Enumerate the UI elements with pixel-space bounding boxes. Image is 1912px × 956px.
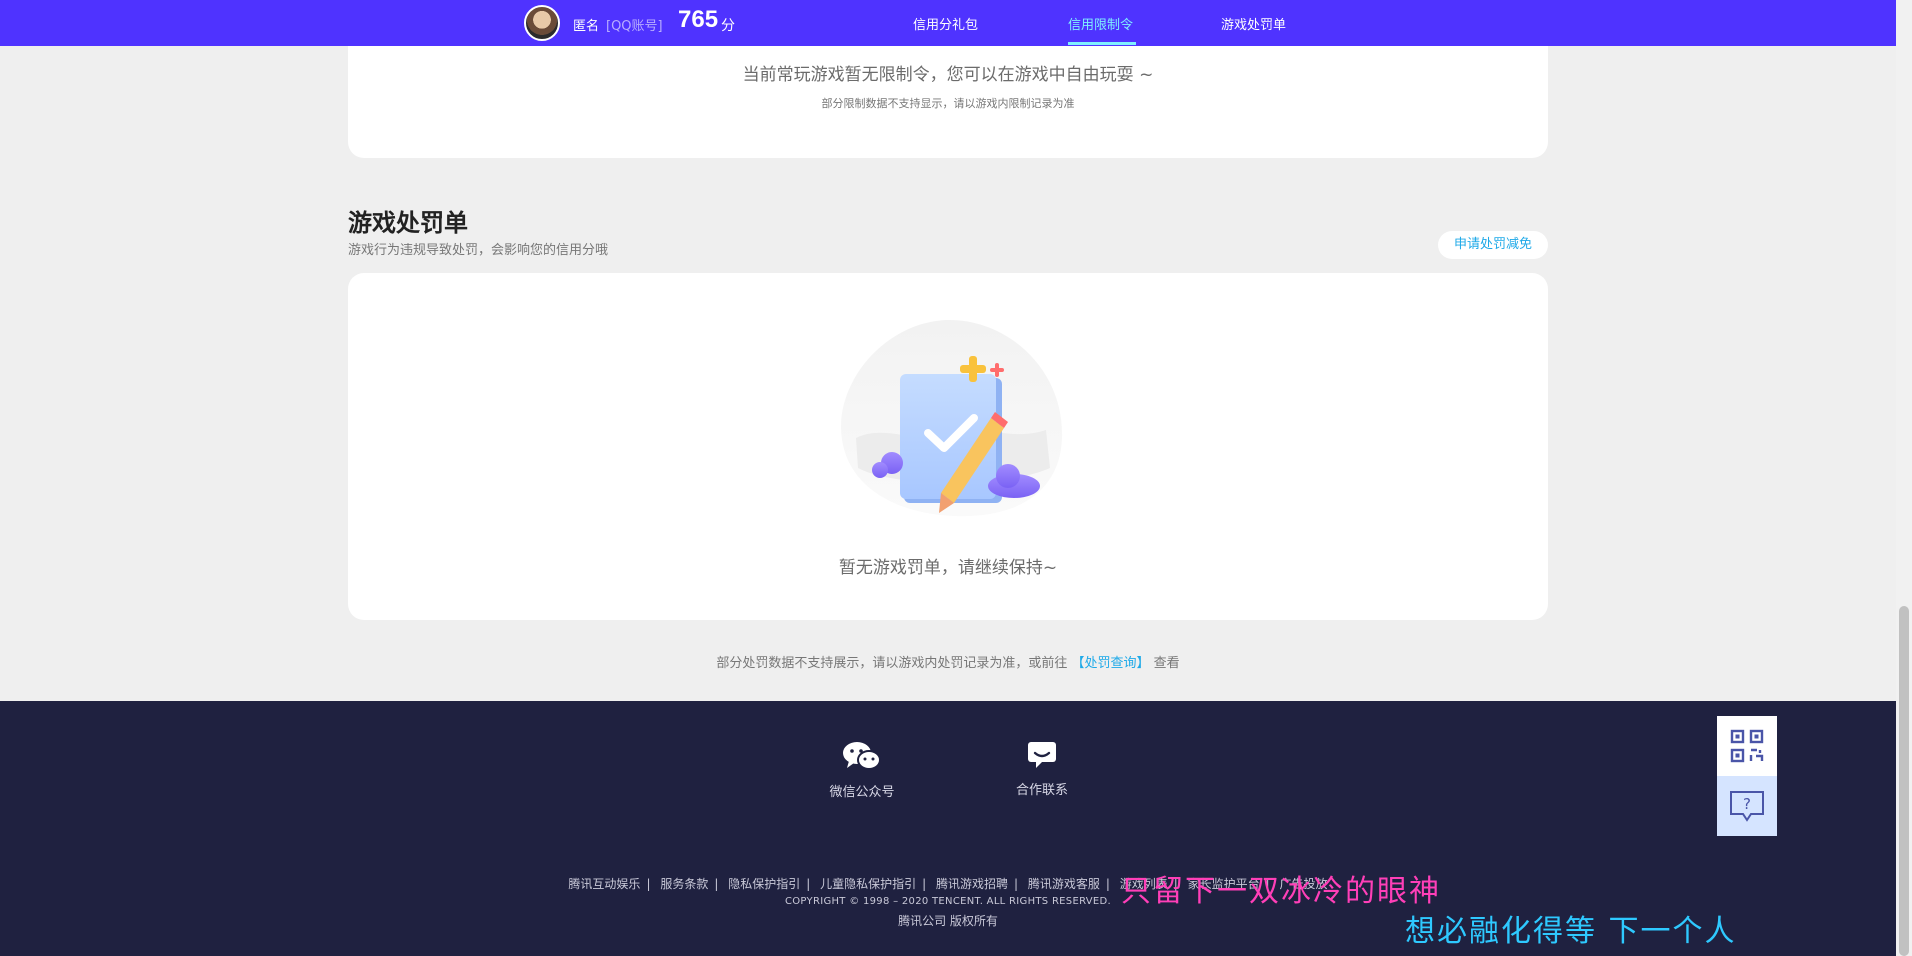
wechat-icon bbox=[843, 742, 881, 770]
nav-credit-gift[interactable]: 信用分礼包 bbox=[913, 14, 978, 33]
restriction-note: 部分限制数据不支持显示，请以游戏内限制记录为准 bbox=[821, 97, 1075, 110]
penalty-section-title: 游戏处罚单 bbox=[348, 209, 468, 237]
lyric-line-1: 只留下一双冰冷的眼神 bbox=[1121, 874, 1441, 909]
empty-penalty-message: 暂无游戏罚单，请继续保持~ bbox=[838, 558, 1058, 578]
footer-link[interactable]: 隐私保护指引 bbox=[728, 877, 800, 891]
feedback-help-button[interactable]: ? bbox=[1717, 776, 1777, 836]
qr-code-icon bbox=[1730, 729, 1764, 763]
nav-credit-restriction[interactable]: 信用限制令 bbox=[1068, 14, 1133, 33]
cooperation-label: 合作联系 bbox=[1015, 783, 1068, 798]
footer-links: 腾讯互动娱乐 | 服务条款 | 隐私保护指引 | 儿童隐私保护指引 | 腾讯游戏招聘 | … bbox=[568, 877, 1328, 891]
scrollbar-thumb[interactable] bbox=[1899, 606, 1909, 956]
avatar[interactable] bbox=[524, 5, 560, 41]
wechat-official-account[interactable]: 微信公众号 bbox=[802, 741, 922, 800]
active-nav-indicator bbox=[1068, 42, 1136, 45]
penalty-query-link[interactable]: 【处罚查询】 bbox=[1071, 656, 1149, 671]
credit-score: 765 bbox=[678, 6, 719, 33]
account-type: [QQ账号] bbox=[606, 19, 663, 34]
apply-penalty-reduction-button[interactable]: 申请处罚减免 bbox=[1438, 231, 1548, 259]
footer-link[interactable]: 腾讯游戏客服 bbox=[1028, 877, 1100, 891]
svg-text:?: ? bbox=[1743, 795, 1751, 813]
restriction-message: 当前常玩游戏暂无限制令，您可以在游戏中自由玩耍 ~ bbox=[742, 65, 1154, 85]
page: 匿名 [QQ账号] 765 分 信用分礼包 信用限制令 游戏处罚单 当前常玩游戏… bbox=[0, 0, 1912, 956]
top-nav-bar: 匿名 [QQ账号] 765 分 信用分礼包 信用限制令 游戏处罚单 bbox=[0, 0, 1896, 46]
penalty-section-description: 游戏行为违规导致处罚，会影响您的信用分哦 bbox=[348, 243, 609, 258]
footer-link[interactable]: 腾讯互动娱乐 bbox=[568, 877, 640, 891]
footer-link[interactable]: 儿童隐私保护指引 bbox=[820, 877, 916, 891]
lyric-line-2: 想必融化得等 下一个人 bbox=[1405, 914, 1737, 949]
footnote-prefix: 部分处罚数据不支持展示，请以游戏内处罚记录为准，或前往 bbox=[716, 656, 1068, 671]
nav-game-penalty[interactable]: 游戏处罚单 bbox=[1221, 14, 1286, 33]
footnote-suffix: 查看 bbox=[1153, 656, 1180, 671]
footer-link[interactable]: 腾讯游戏招聘 bbox=[936, 877, 1008, 891]
qr-code-button[interactable] bbox=[1717, 716, 1777, 776]
cooperation-contact[interactable]: 合作联系 bbox=[982, 741, 1102, 798]
penalty-card: 暂无游戏罚单，请继续保持~ bbox=[348, 273, 1548, 620]
floating-side-widget: ? bbox=[1717, 716, 1777, 836]
user-name: 匿名 bbox=[573, 19, 600, 34]
credit-score-unit: 分 bbox=[721, 18, 735, 34]
penalty-footnote: 部分处罚数据不支持展示，请以游戏内处罚记录为准，或前往 【处罚查询】 查看 bbox=[0, 652, 1896, 671]
chat-bubble-icon bbox=[1028, 742, 1056, 768]
wechat-label: 微信公众号 bbox=[829, 785, 895, 800]
footer-link[interactable]: 服务条款 bbox=[660, 877, 708, 891]
empty-state-illustration bbox=[840, 319, 1063, 517]
help-chat-icon: ? bbox=[1730, 791, 1764, 822]
